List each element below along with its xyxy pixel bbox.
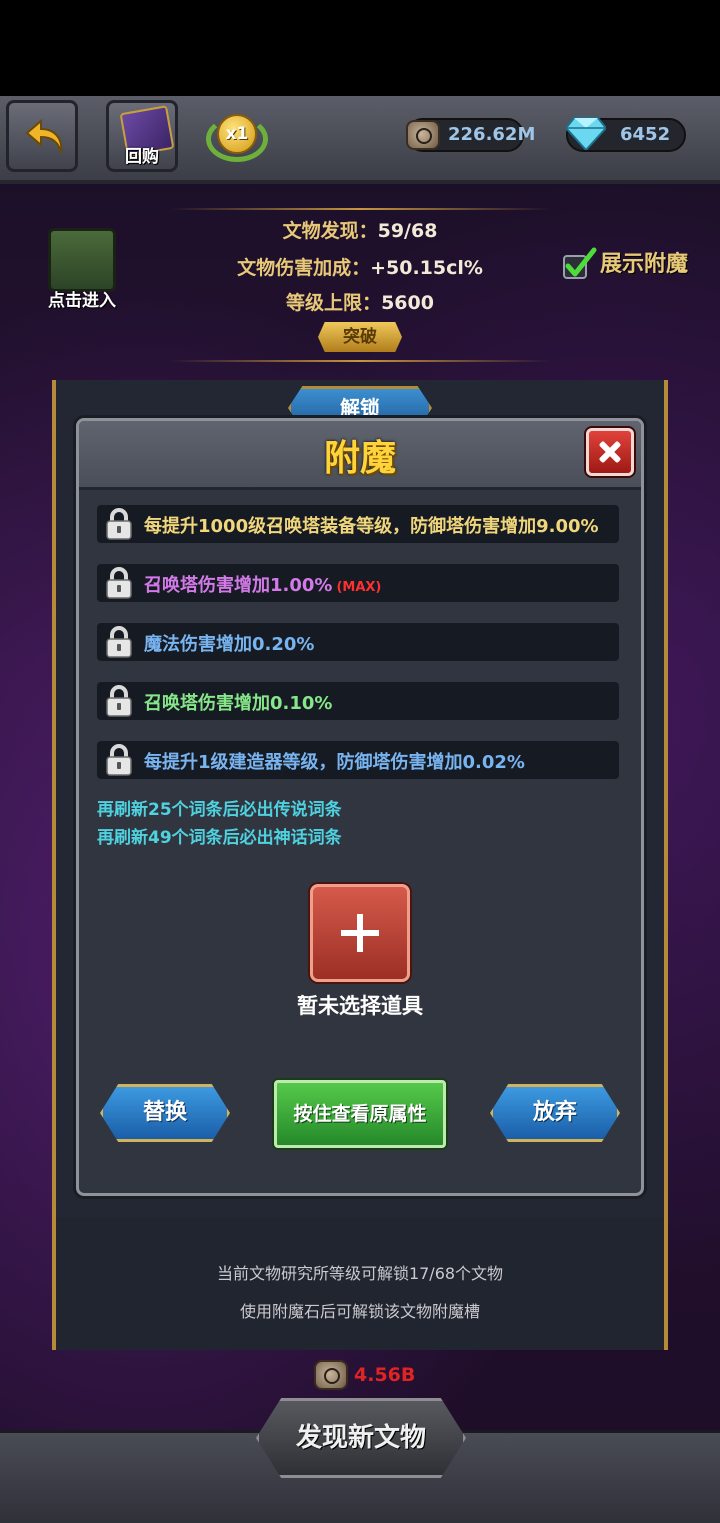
mythic-pity-text: 再刷新49个词条后必出神话词条 — [97, 828, 342, 848]
lock-icon[interactable] — [105, 625, 133, 659]
artifact-codex-icon[interactable] — [48, 228, 116, 292]
level-cap-label: 等级上限： — [286, 292, 382, 314]
legendary-pity-text: 再刷新25个词条后必出传说词条 — [97, 800, 342, 820]
lock-icon[interactable] — [105, 684, 133, 718]
buyback-button[interactable]: 回购 — [106, 100, 178, 172]
max-badge: (MAX) — [336, 580, 382, 595]
affix-row[interactable]: 魔法伤害增加0.20% — [97, 623, 619, 661]
affix-text: 每提升1级建造器等级，防御塔伤害增加0.02% — [144, 752, 525, 773]
lock-icon[interactable] — [105, 566, 133, 600]
affix-row[interactable]: 召唤塔伤害增加1.00% (MAX) — [97, 564, 619, 602]
artifacts-found-value: 59/68 — [377, 220, 438, 242]
level-cap-value: 5600 — [381, 292, 434, 314]
replace-button[interactable]: 替换 — [100, 1084, 230, 1142]
affix-text: 召唤塔伤害增加0.10% — [144, 693, 333, 714]
affix-text: 召唤塔伤害增加1.00% (MAX) — [144, 571, 381, 597]
back-button[interactable] — [6, 100, 78, 172]
no-item-selected-text: 暂未选择道具 — [297, 994, 423, 1018]
header-divider-top — [170, 208, 550, 210]
stone-icon — [406, 120, 440, 150]
hold-view-original-button[interactable]: 按住查看原属性 — [274, 1080, 446, 1148]
abandon-button[interactable]: 放弃 — [490, 1084, 620, 1142]
affix-value: 召唤塔伤害增加1.00% — [144, 575, 333, 596]
dialog-title: 附魔 — [323, 438, 396, 479]
unlock-info: 当前文物研究所等级可解锁17/68个文物 — [216, 1264, 504, 1283]
speed-button[interactable]: x1 — [204, 110, 270, 164]
artifacts-found-label: 文物发现： — [282, 220, 378, 242]
affix-row[interactable]: 每提升1000级召唤塔装备等级，防御塔伤害增加9.00% — [97, 505, 619, 543]
damage-bonus: 文物伤害加成：+50.15cl% — [200, 253, 520, 280]
level-cap: 等级上限：5600 — [200, 288, 520, 315]
discover-cost: 4.56B — [354, 1364, 416, 1386]
affix-row[interactable]: 每提升1级建造器等级，防御塔伤害增加0.02% — [97, 741, 619, 779]
breakthrough-button[interactable]: 突破 — [318, 322, 402, 352]
lock-icon[interactable] — [105, 507, 133, 541]
gem-amount: 6452 — [620, 124, 671, 145]
add-item-button[interactable] — [310, 884, 410, 982]
enter-label[interactable]: 点击进入 — [38, 286, 126, 311]
discover-new-artifact-button[interactable]: 发现新文物 — [256, 1398, 466, 1478]
back-arrow-icon — [25, 118, 63, 154]
damage-bonus-value: +50.15cl% — [370, 257, 483, 279]
lock-icon[interactable] — [105, 743, 133, 777]
affix-row[interactable]: 召唤塔伤害增加0.10% — [97, 682, 619, 720]
artifacts-found: 文物发现：59/68 — [200, 216, 520, 243]
header-divider-bottom — [170, 360, 550, 362]
affix-text: 魔法伤害增加0.20% — [144, 634, 315, 655]
stone-amount: 226.62M — [448, 124, 536, 145]
checkbox-checked-icon[interactable] — [562, 246, 598, 282]
speed-multiplier: x1 — [217, 114, 257, 154]
damage-bonus-label: 文物伤害加成： — [237, 257, 371, 279]
cost-stone-icon — [314, 1360, 348, 1390]
gem-icon — [566, 117, 606, 150]
buyback-label: 回购 — [125, 147, 159, 167]
close-button[interactable] — [586, 428, 634, 476]
show-enchant-toggle[interactable]: 展示附魔 — [600, 246, 688, 278]
affix-text: 每提升1000级召唤塔装备等级，防御塔伤害增加9.00% — [144, 516, 599, 537]
frame-info-panel — [52, 1218, 668, 1350]
enchant-slot-info: 使用附魔石后可解锁该文物附魔槽 — [239, 1302, 480, 1321]
